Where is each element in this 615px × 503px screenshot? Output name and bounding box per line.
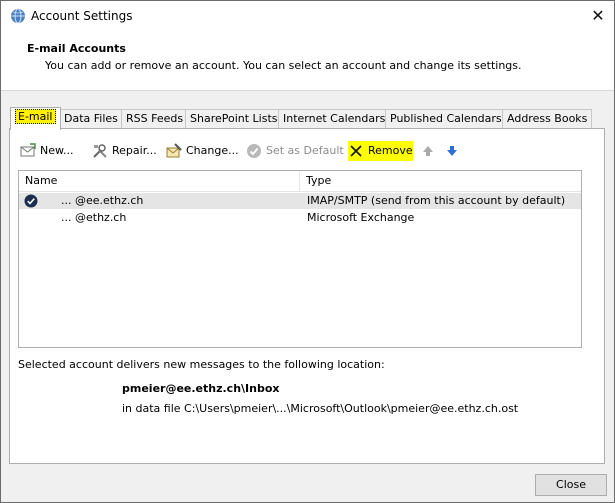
default-account-check-icon [24, 194, 38, 208]
tab-internet-calendars[interactable]: Internet Calendars [278, 109, 391, 129]
tab-sharepoint-lists[interactable]: SharePoint Lists [185, 109, 283, 129]
tab-rss-feeds[interactable]: RSS Feeds [121, 109, 189, 129]
tab-label: Internet Calendars [283, 112, 386, 125]
delivery-location-label: Selected account delivers new messages t… [18, 358, 385, 371]
account-type: Microsoft Exchange [307, 211, 415, 224]
header-band: E-mail Accounts You can add or remove an… [1, 32, 614, 91]
delivery-folder: pmeier@ee.ethz.ch\Inbox [122, 382, 280, 395]
tab-data-files[interactable]: Data Files [59, 109, 123, 129]
new-mail-icon [20, 143, 36, 157]
change-button[interactable]: Change... [166, 141, 240, 161]
remove-x-icon [350, 145, 362, 157]
arrow-up-icon [423, 146, 433, 156]
tab-email[interactable]: E-mail [10, 107, 61, 130]
account-type: IMAP/SMTP (send from this account by def… [307, 194, 566, 207]
tab-label: E-mail [15, 109, 56, 124]
move-up-button[interactable] [420, 141, 436, 161]
remove-button[interactable]: Remove [348, 141, 413, 161]
column-header-type[interactable]: Type [300, 171, 331, 192]
new-button-label: New... [40, 144, 74, 157]
account-name: ... @ethz.ch [61, 211, 127, 224]
account-settings-window: Account Settings ✕ E-mail Accounts You c… [0, 0, 615, 503]
set-as-default-button[interactable]: Set as Default [246, 141, 344, 161]
outlook-globe-icon [11, 8, 25, 24]
tab-address-books[interactable]: Address Books [502, 109, 593, 129]
delivery-data-file: in data file C:\Users\pmeier\...\Microso… [122, 402, 519, 415]
section-title: E-mail Accounts [27, 42, 126, 55]
tab-label: Address Books [507, 112, 588, 125]
tab-label: Data Files [64, 112, 118, 125]
new-account-button[interactable]: New... [20, 141, 86, 161]
arrow-down-icon [447, 146, 457, 156]
change-button-label: Change... [186, 144, 239, 157]
window-title: Account Settings [31, 9, 133, 23]
check-circle-icon [247, 144, 261, 158]
account-row[interactable]: ... @ee.ethz.ch IMAP/SMTP (send from thi… [19, 193, 581, 209]
account-name: ... @ee.ethz.ch [61, 194, 144, 207]
tab-label: RSS Feeds [126, 112, 184, 125]
window-close-icon[interactable]: ✕ [582, 1, 614, 32]
title-bar: Account Settings ✕ [1, 1, 614, 32]
move-down-button[interactable] [444, 141, 460, 161]
tab-published-calendars[interactable]: Published Calendars [385, 109, 507, 129]
repair-button[interactable]: Repair... [92, 141, 160, 161]
account-row[interactable]: ... @ethz.ch Microsoft Exchange [19, 210, 581, 226]
account-list: Name Type ... @ee.ethz.ch IMAP/SMTP (sen… [18, 170, 582, 348]
set-as-default-label: Set as Default [266, 144, 344, 157]
list-header: Name Type [19, 171, 581, 192]
close-button[interactable]: Close [535, 474, 607, 496]
email-tab-panel: New... Repair... Change... Set as Defaul… [9, 128, 605, 464]
remove-button-label: Remove [368, 144, 413, 157]
column-header-name[interactable]: Name [19, 171, 57, 192]
repair-tools-icon [93, 144, 107, 158]
section-subtitle: You can add or remove an account. You ca… [45, 59, 522, 72]
change-account-icon [166, 143, 182, 158]
tab-label: SharePoint Lists [190, 112, 278, 125]
tab-label: Published Calendars [390, 112, 502, 125]
repair-button-label: Repair... [112, 144, 157, 157]
